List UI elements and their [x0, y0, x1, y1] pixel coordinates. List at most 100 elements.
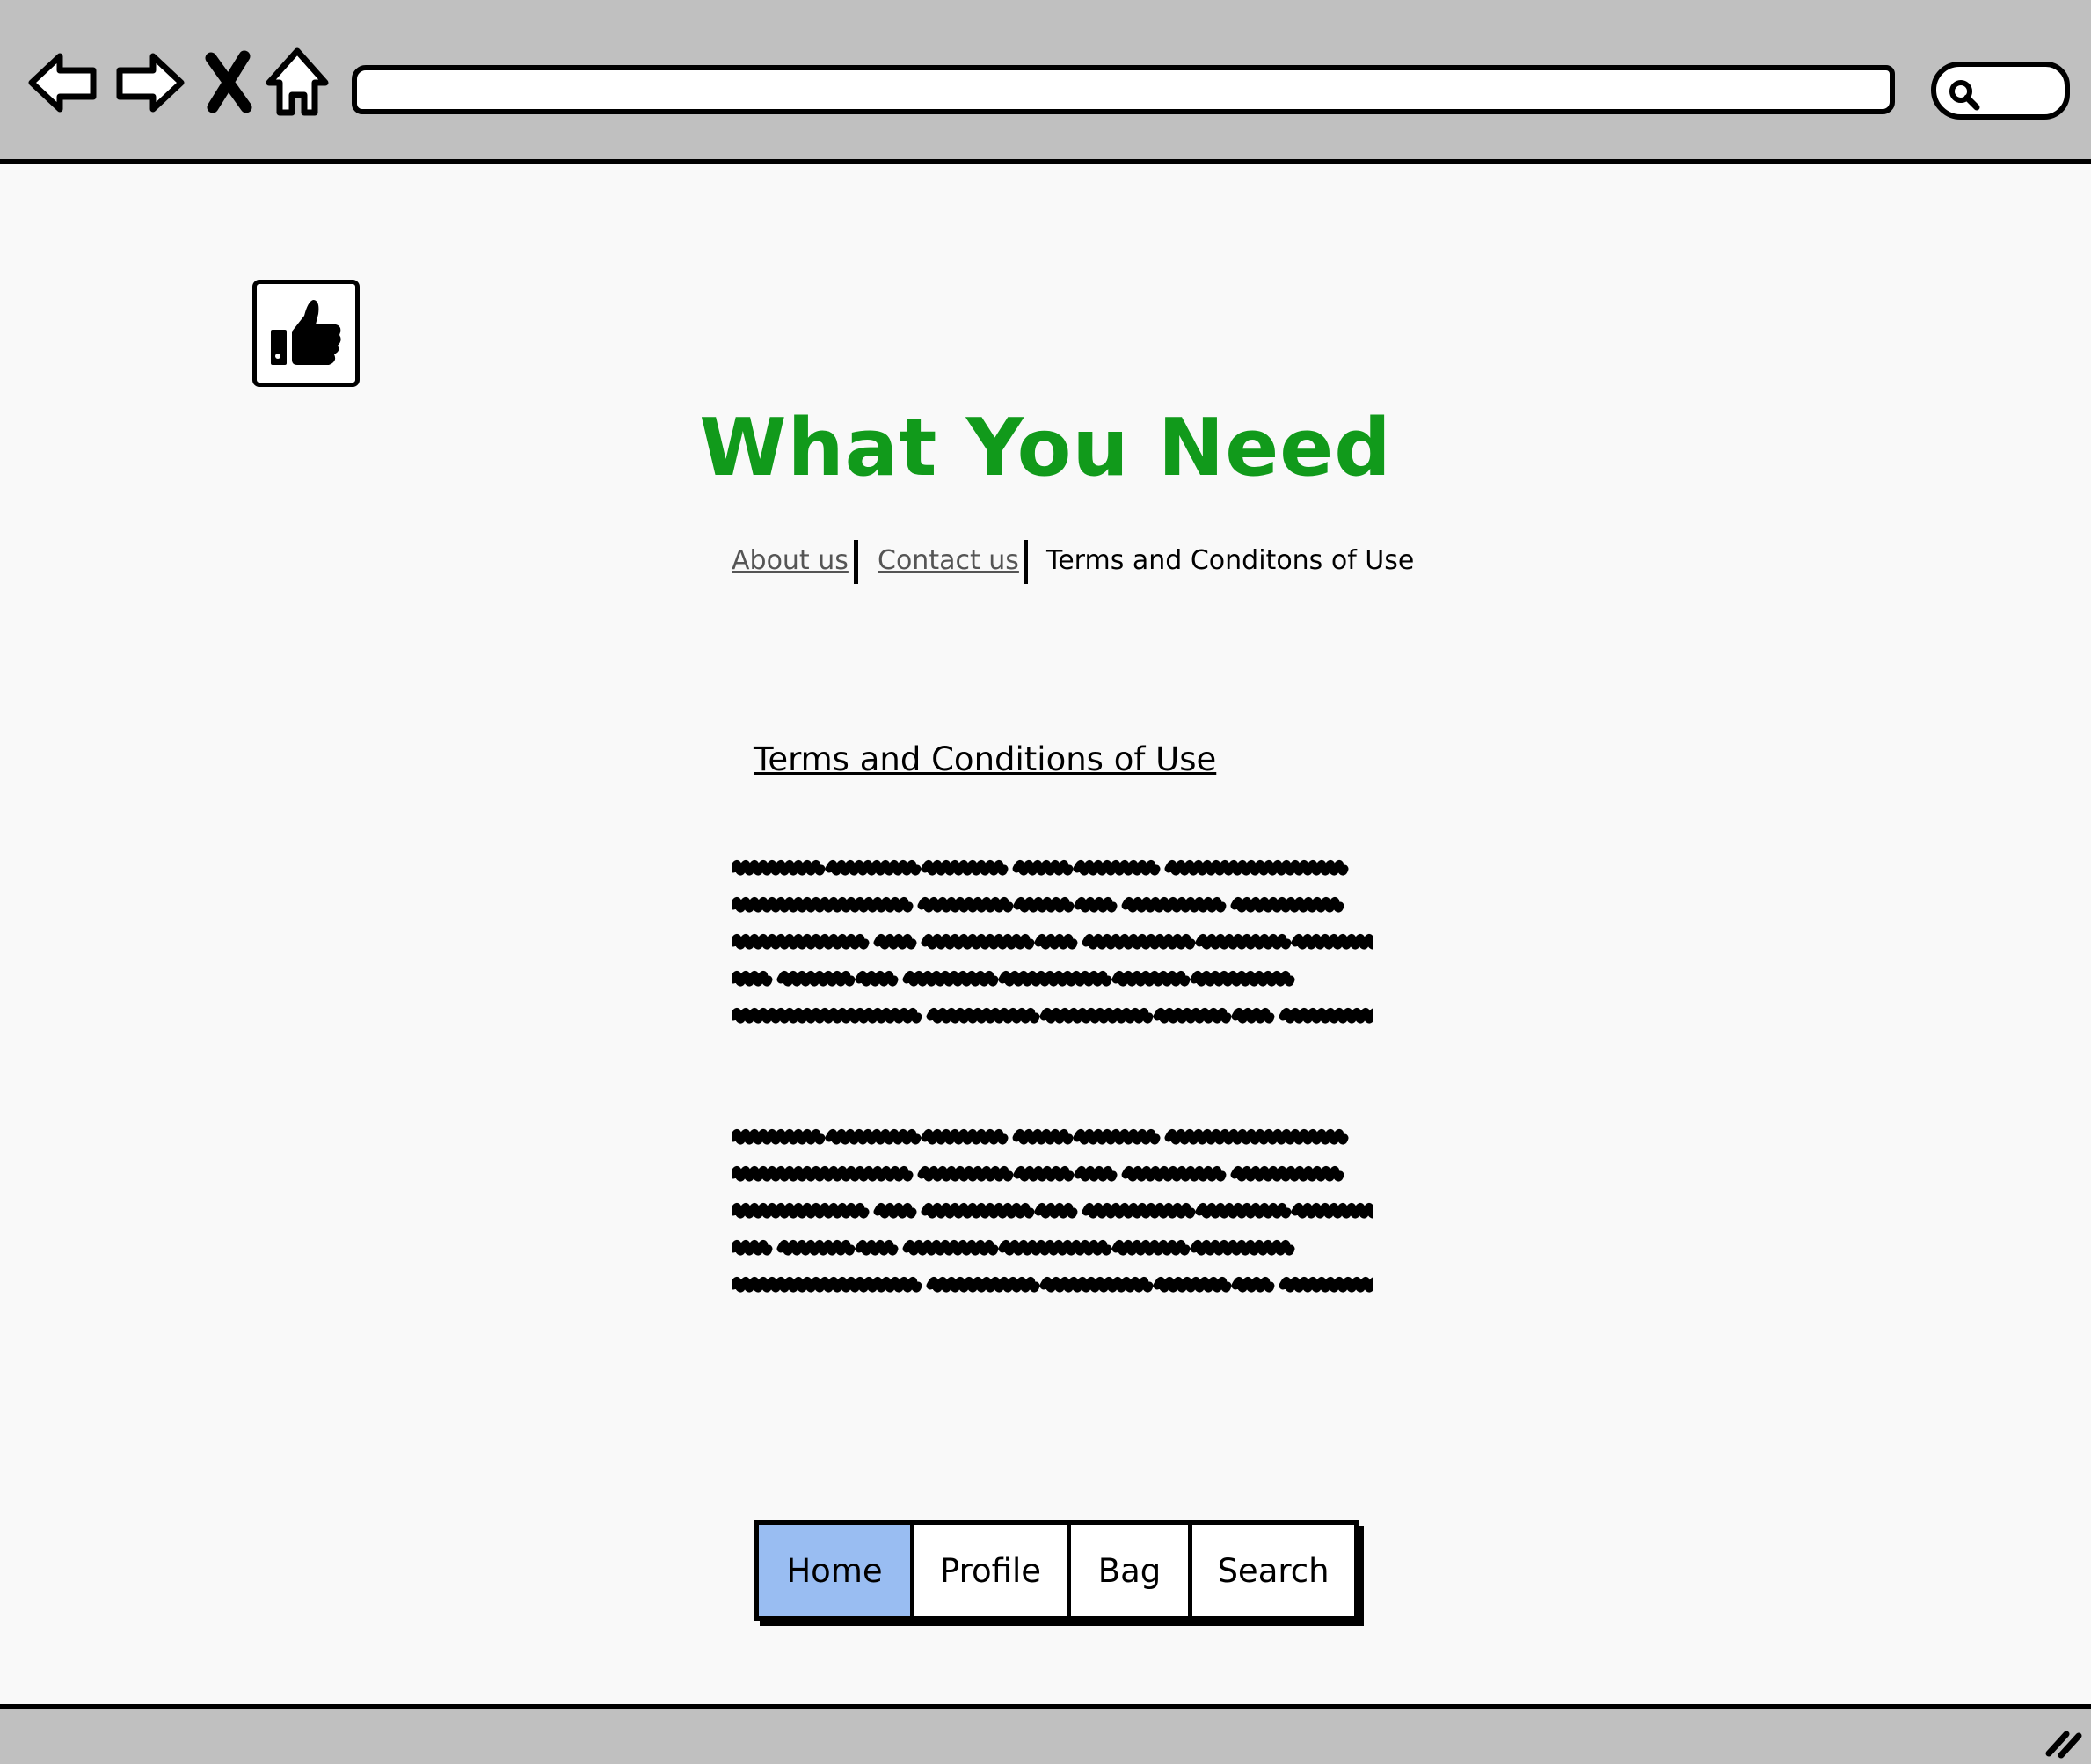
- scribble-word: [1153, 1277, 1232, 1293]
- scribble-text-line: [732, 1203, 1373, 1219]
- back-arrow-icon[interactable]: [26, 46, 100, 120]
- about-us-link[interactable]: About us: [732, 536, 849, 586]
- scribble-word: [732, 1203, 870, 1219]
- scribble-word: [1195, 934, 1292, 950]
- placeholder-paragraph-2: [732, 1119, 1373, 1303]
- scribble-word: [732, 1129, 826, 1145]
- tab-search[interactable]: Search: [1192, 1525, 1354, 1616]
- scribble-word: [1082, 1203, 1196, 1219]
- scribble-word: [732, 1008, 922, 1024]
- terms-current-page-label: Terms and Conditons of Use: [1046, 545, 1415, 576]
- browser-status-bar: [0, 1704, 2091, 1764]
- scribble-word: [1195, 1203, 1292, 1219]
- scribble-word: [1231, 1008, 1275, 1024]
- placeholder-paragraph-1: [732, 849, 1373, 1034]
- scribble-word: [902, 1240, 999, 1256]
- scribble-word: [873, 934, 917, 950]
- scribble-word: [1190, 971, 1295, 987]
- scribble-word: [1039, 1008, 1154, 1024]
- scribble-word: [825, 860, 922, 876]
- scribble-word: [926, 1277, 1040, 1293]
- stop-x-icon[interactable]: [199, 46, 260, 120]
- scribble-word: [921, 1203, 1035, 1219]
- resize-grip-icon[interactable]: [2044, 1724, 2084, 1759]
- scribble-word: [1190, 1240, 1295, 1256]
- scribble-text-line: [732, 897, 1344, 913]
- scribble-word: [1074, 897, 1118, 913]
- scribble-word: [1279, 1277, 1373, 1293]
- scribble-word: [1013, 1166, 1075, 1182]
- scribble-word: [1230, 1166, 1344, 1182]
- scribble-word: [1039, 1277, 1154, 1293]
- scribble-word: [998, 1240, 1112, 1256]
- scribble-word: [998, 971, 1112, 987]
- bottom-tab-bar: Home Profile Bag Search: [754, 1520, 1359, 1621]
- page-heading: Terms and Conditions of Use: [754, 740, 1217, 778]
- browser-search-field[interactable]: [1931, 62, 2070, 120]
- scribble-text-line: [732, 1129, 1349, 1145]
- address-bar-input[interactable]: [352, 65, 1895, 114]
- scribble-text-line: [732, 971, 1295, 987]
- scribble-word: [732, 971, 773, 987]
- scribble-word: [855, 971, 899, 987]
- scribble-word: [1121, 1166, 1227, 1182]
- scribble-word: [926, 1008, 1040, 1024]
- scribble-word: [1231, 1277, 1275, 1293]
- scribble-word: [855, 1240, 899, 1256]
- scribble-text-line: [732, 1008, 1373, 1024]
- tab-profile[interactable]: Profile: [914, 1525, 1071, 1616]
- scribble-word: [921, 1129, 1009, 1145]
- link-divider: [854, 540, 858, 584]
- browser-toolbar: [0, 0, 2091, 164]
- contact-us-link[interactable]: Contact us: [878, 536, 1019, 586]
- scribble-word: [1034, 934, 1078, 950]
- scribble-word: [776, 1240, 856, 1256]
- scribble-word: [732, 1277, 922, 1293]
- thumbs-up-icon: [271, 300, 341, 365]
- scribble-word: [1073, 860, 1161, 876]
- scribble-word: [825, 1129, 922, 1145]
- scribble-word: [1111, 1240, 1191, 1256]
- scribble-word: [1074, 1166, 1118, 1182]
- tab-bag[interactable]: Bag: [1071, 1525, 1192, 1616]
- scribble-word: [917, 897, 1014, 913]
- scribble-word: [1230, 897, 1344, 913]
- scribble-word: [732, 1166, 914, 1182]
- scribble-word: [1073, 1129, 1161, 1145]
- scribble-word: [1013, 897, 1075, 913]
- scribble-word: [917, 1166, 1014, 1182]
- scribble-word: [732, 860, 826, 876]
- scribble-word: [1164, 860, 1349, 876]
- scribble-word: [1164, 1129, 1349, 1145]
- home-icon[interactable]: [262, 46, 336, 120]
- scribble-word: [1121, 897, 1227, 913]
- scribble-word: [1111, 971, 1191, 987]
- search-icon: [1949, 80, 1980, 111]
- logo[interactable]: [252, 280, 360, 387]
- scribble-word: [732, 897, 914, 913]
- scribble-word: [921, 934, 1035, 950]
- scribble-word: [732, 934, 870, 950]
- scribble-word: [1291, 934, 1373, 950]
- tab-home[interactable]: Home: [759, 1525, 914, 1616]
- site-title: What You Need: [699, 402, 1392, 494]
- scribble-text-line: [732, 1277, 1373, 1293]
- forward-arrow-icon[interactable]: [113, 46, 186, 120]
- scribble-text-line: [732, 860, 1349, 876]
- scribble-word: [776, 971, 856, 987]
- scribble-text-line: [732, 1166, 1344, 1182]
- scribble-word: [1012, 860, 1074, 876]
- scribble-word: [1082, 934, 1196, 950]
- scribble-word: [1034, 1203, 1078, 1219]
- scribble-word: [902, 971, 999, 987]
- scribble-word: [921, 860, 1009, 876]
- scribble-word: [1012, 1129, 1074, 1145]
- link-divider: [1024, 540, 1028, 584]
- scribble-word: [732, 1240, 773, 1256]
- scribble-word: [1279, 1008, 1373, 1024]
- scribble-word: [1291, 1203, 1373, 1219]
- scribble-word: [873, 1203, 917, 1219]
- scribble-text-line: [732, 1240, 1295, 1256]
- scribble-word: [1153, 1008, 1232, 1024]
- scribble-text-line: [732, 934, 1373, 950]
